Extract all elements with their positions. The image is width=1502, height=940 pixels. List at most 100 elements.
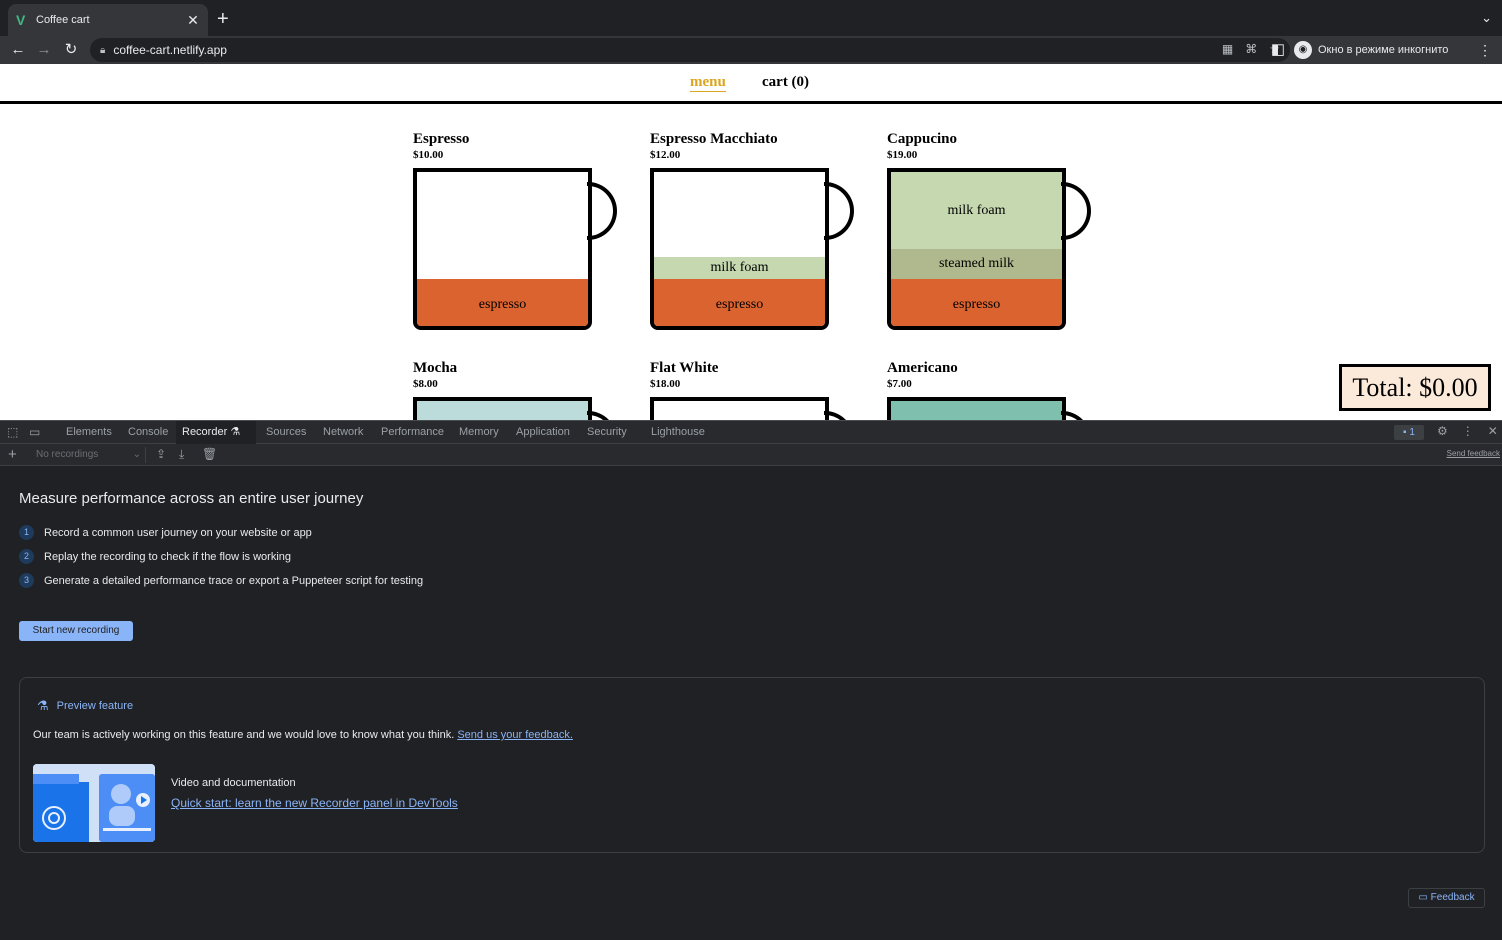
tab-performance[interactable]: Performance xyxy=(375,421,450,444)
devtools-panel: ⬚ ▭ Elements Console Recorder ⚗ ✕ Source… xyxy=(0,420,1502,940)
incognito-label: Окно в режиме инкогнито xyxy=(1318,44,1449,56)
step-item: 3 Generate a detailed performance trace … xyxy=(19,573,423,588)
send-feedback-link[interactable]: Send feedback xyxy=(1447,449,1500,458)
send-us-feedback-link[interactable]: Send us your feedback. xyxy=(457,729,573,741)
cup-espresso[interactable]: espresso xyxy=(413,168,618,330)
forward-icon[interactable]: → xyxy=(34,40,54,60)
feedback-label: Feedback xyxy=(1430,892,1475,903)
product-name: Espresso xyxy=(413,131,470,147)
product-americano: Americano $7.00 xyxy=(887,359,1097,420)
product-mocha: Mocha $8.00 xyxy=(413,359,623,420)
issues-count: 1 xyxy=(1409,427,1415,438)
flask-icon: ⚗ xyxy=(230,426,241,438)
total-button[interactable]: Total: $0.00 xyxy=(1339,364,1491,411)
cup-cappucino[interactable]: milk foam steamed milk espresso xyxy=(887,168,1092,330)
site-nav: menu cart (0) xyxy=(0,64,1502,104)
issues-badge[interactable]: ▪ 1 xyxy=(1394,425,1424,440)
step-text: Replay the recording to check if the flo… xyxy=(44,550,292,563)
incognito-indicator[interactable]: ◉ Окно в режиме инкогнито xyxy=(1294,39,1448,61)
product-name: Americano xyxy=(887,360,958,376)
export-icon[interactable]: ⤓ xyxy=(179,447,184,462)
product-espresso-macchiato: Espresso Macchiato $12.00 milk foam espr… xyxy=(650,130,860,330)
product-price: $10.00 xyxy=(413,149,444,161)
step-number: 2 xyxy=(19,549,34,564)
product-price: $12.00 xyxy=(650,149,681,161)
incognito-icon: ◉ xyxy=(1294,41,1312,59)
inspect-element-icon[interactable]: ⬚ xyxy=(7,425,18,439)
product-price: $7.00 xyxy=(887,378,912,390)
tab-memory[interactable]: Memory xyxy=(453,421,505,444)
delete-icon[interactable]: 🗑︎ xyxy=(202,447,217,461)
tab-strip: V Coffee cart ✕ + ⌄ xyxy=(0,0,1502,36)
quick-start-link[interactable]: Quick start: learn the new Recorder pane… xyxy=(171,796,458,810)
tab-elements[interactable]: Elements xyxy=(60,421,118,444)
new-tab-icon[interactable]: + xyxy=(217,9,229,29)
layer-top xyxy=(891,401,1062,420)
step-item: 1 Record a common user journey on your w… xyxy=(19,525,312,540)
recordings-placeholder: No recordings xyxy=(36,449,99,460)
cup-espresso-macchiato[interactable]: milk foam espresso xyxy=(650,168,855,330)
import-icon[interactable]: ⇪ xyxy=(156,447,166,461)
side-panel-icon[interactable]: ◧ xyxy=(1268,40,1288,60)
step-text: Record a common user journey on your web… xyxy=(44,526,312,539)
reload-icon[interactable]: ↻ xyxy=(61,40,81,60)
cup-handle xyxy=(587,182,617,240)
product-price: $8.00 xyxy=(413,378,438,390)
product-price: $18.00 xyxy=(650,378,681,390)
url-text: coffee-cart.netlify.app xyxy=(113,43,227,57)
close-tab-icon[interactable]: ✕ xyxy=(186,12,200,29)
cup-americano[interactable] xyxy=(887,397,1092,420)
step-number: 1 xyxy=(19,525,34,540)
flask-icon: ⚗ xyxy=(37,698,49,713)
devtools-tab-bar: ⬚ ▭ Elements Console Recorder ⚗ ✕ Source… xyxy=(0,421,1502,461)
translate-icon[interactable]: ⌘ xyxy=(1245,42,1257,56)
layer-milk-foam: milk foam xyxy=(654,257,825,279)
tab-title: Coffee cart xyxy=(36,14,90,26)
tab-recorder[interactable]: Recorder ⚗ ✕ xyxy=(176,421,256,461)
add-recording-icon[interactable]: + xyxy=(8,446,17,463)
lock-icon: 🔒︎ xyxy=(100,44,106,56)
cup-mocha[interactable] xyxy=(413,397,618,420)
nav-menu-link[interactable]: menu xyxy=(690,74,726,92)
tab-application[interactable]: Application xyxy=(510,421,576,444)
feedback-button[interactable]: ▭ Feedback xyxy=(1408,888,1485,908)
browser-toolbar: ← → ↻ 🔒︎ coffee-cart.netlify.app ▦ ⌘ ☆ ◧… xyxy=(0,36,1502,64)
tab-console[interactable]: Console xyxy=(122,421,174,444)
browser-menu-icon[interactable]: ⋮ xyxy=(1478,42,1492,59)
tab-security[interactable]: Security xyxy=(581,421,633,444)
product-price: $19.00 xyxy=(887,149,918,161)
start-new-recording-button[interactable]: Start new recording xyxy=(19,621,133,641)
tab-search-icon[interactable]: ⌄ xyxy=(1481,10,1492,26)
preview-feature-card: ⚗ Preview feature Our team is actively w… xyxy=(19,677,1485,853)
tab-network[interactable]: Network xyxy=(317,421,369,444)
video-docs-title: Video and documentation xyxy=(171,777,296,789)
product-name: Flat White xyxy=(650,360,719,376)
tab-lighthouse[interactable]: Lighthouse xyxy=(645,421,711,444)
cup-flat-white[interactable] xyxy=(650,397,855,420)
layer-espresso: espresso xyxy=(417,279,588,326)
page-viewport: menu cart (0) Espresso $10.00 espresso E… xyxy=(0,64,1502,420)
layer-espresso: espresso xyxy=(891,279,1062,326)
layer-milk-foam: milk foam xyxy=(891,172,1062,249)
cup-handle xyxy=(824,411,854,420)
cup-handle xyxy=(587,411,617,420)
step-item: 2 Replay the recording to check if the f… xyxy=(19,549,291,564)
devtools-menu-icon[interactable]: ⋮ xyxy=(1462,424,1474,438)
address-bar[interactable]: 🔒︎ coffee-cart.netlify.app ▦ ⌘ ☆ xyxy=(90,38,1290,62)
product-espresso: Espresso $10.00 espresso xyxy=(413,130,623,330)
product-name: Cappucino xyxy=(887,131,958,147)
recordings-select[interactable]: No recordings ⌄ xyxy=(30,447,146,463)
browser-tab[interactable]: V Coffee cart ✕ xyxy=(8,4,208,36)
cup-handle xyxy=(1061,182,1091,240)
step-text: Generate a detailed performance trace or… xyxy=(44,574,424,587)
recorder-landing-title: Measure performance across an entire use… xyxy=(19,490,364,507)
qr-code-icon[interactable]: ▦ xyxy=(1222,42,1233,56)
settings-gear-icon[interactable]: ⚙ xyxy=(1437,424,1448,438)
back-icon[interactable]: ← xyxy=(8,40,28,60)
vue-favicon-icon: V xyxy=(16,12,26,28)
device-toolbar-icon[interactable]: ▭ xyxy=(29,425,40,439)
video-thumbnail[interactable] xyxy=(33,764,155,842)
tab-sources[interactable]: Sources xyxy=(260,421,312,444)
nav-cart-link[interactable]: cart (0) xyxy=(762,74,809,91)
close-devtools-icon[interactable]: ✕ xyxy=(1488,424,1498,438)
